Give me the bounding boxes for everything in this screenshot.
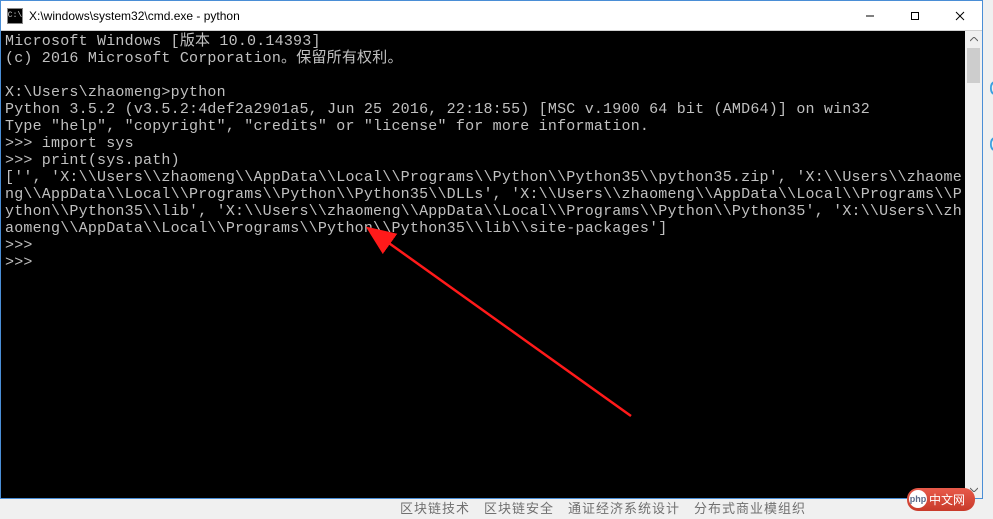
terminal-output[interactable]: Microsoft Windows [版本 10.0.14393] (c) 20… (1, 31, 965, 498)
chevron-up-icon (970, 37, 978, 42)
window-controls (847, 1, 982, 30)
titlebar[interactable]: C:\ X:\windows\system32\cmd.exe - python (1, 1, 982, 31)
background-bottom-text: 区块链技术 区块链安全 通证经济系统设计 分布式商业模组织 (400, 498, 806, 517)
terminal-area: Microsoft Windows [版本 10.0.14393] (c) 20… (1, 31, 982, 498)
scrollbar-track[interactable] (965, 48, 982, 481)
maximize-button[interactable] (892, 1, 937, 30)
badge-text: 中文网 (929, 491, 965, 508)
minimize-icon (865, 11, 875, 21)
scrollbar-thumb[interactable] (967, 48, 980, 83)
close-icon (955, 11, 965, 21)
background-page-hints: S S (983, 80, 993, 480)
badge-logo: php (909, 490, 927, 508)
window-title: X:\windows\system32\cmd.exe - python (29, 9, 847, 23)
maximize-icon (910, 11, 920, 21)
cmd-icon: C:\ (7, 8, 23, 24)
close-button[interactable] (937, 1, 982, 30)
watermark-badge: php 中文网 (907, 488, 975, 511)
minimize-button[interactable] (847, 1, 892, 30)
cmd-window: C:\ X:\windows\system32\cmd.exe - python… (0, 0, 983, 499)
scroll-up-button[interactable] (965, 31, 982, 48)
vertical-scrollbar[interactable] (965, 31, 982, 498)
